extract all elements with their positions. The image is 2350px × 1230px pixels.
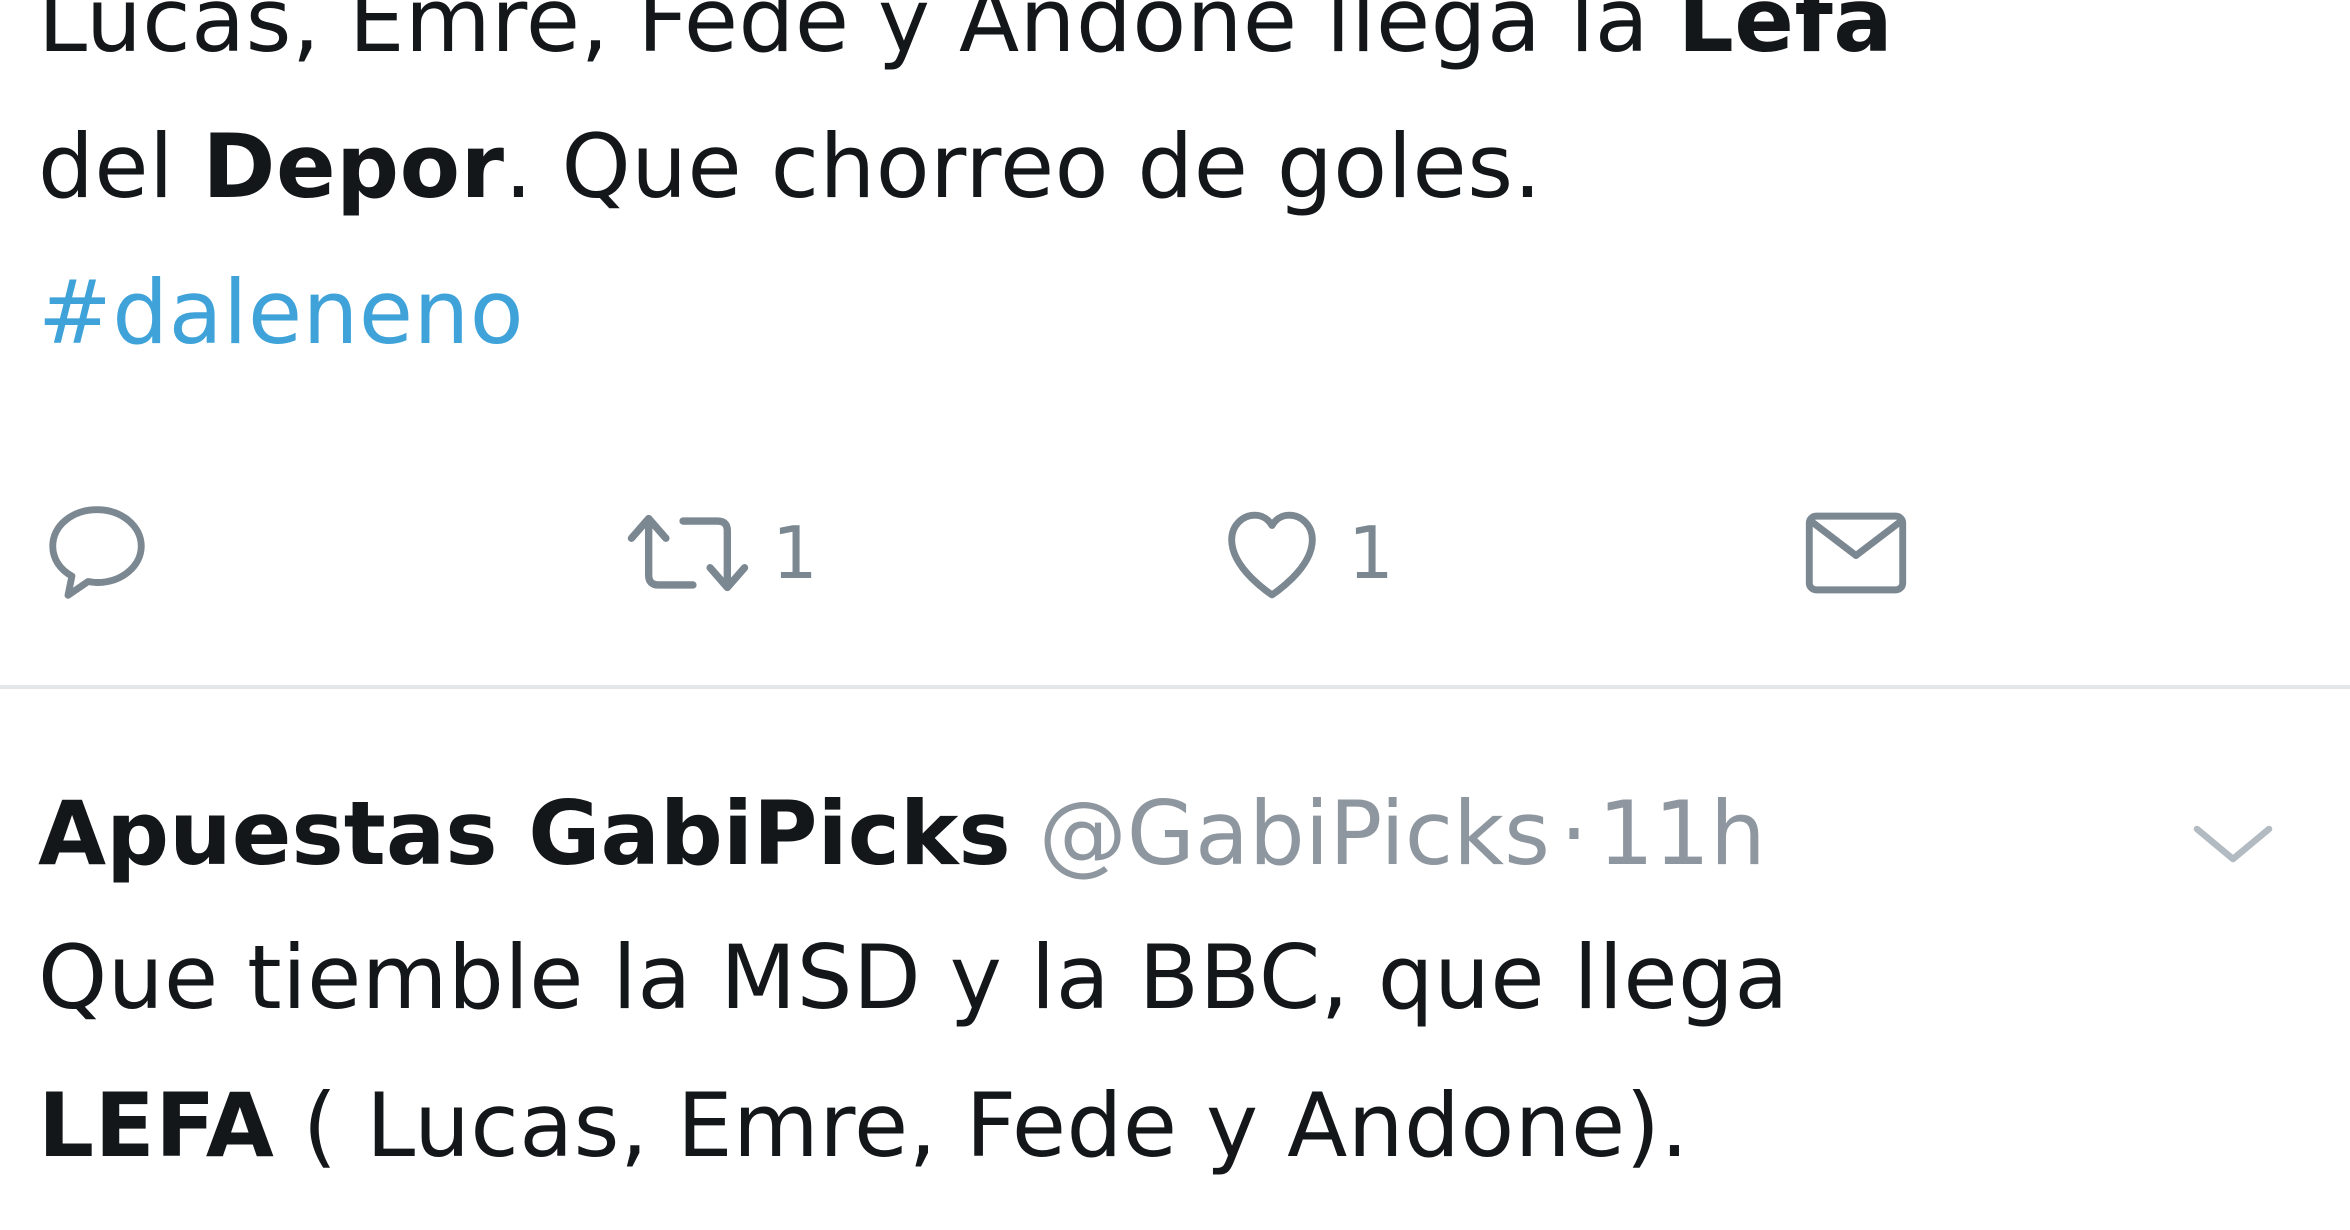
tweet-bold-text: Depor xyxy=(202,115,505,218)
tweet-bold-text: LEFA xyxy=(38,1074,275,1177)
tweet-previous[interactable]: Lucas, Emre, Fede y Andone llega la Lefa… xyxy=(38,0,2298,386)
timeline: Lucas, Emre, Fede y Andone llega la Lefa… xyxy=(0,0,2350,1230)
tweet-bold-text: Lefa xyxy=(1677,0,1894,72)
author-name[interactable]: Apuestas GabiPicks xyxy=(38,764,1011,904)
tweet-text: Lucas, Emre, Fede y Andone llega la xyxy=(38,0,1678,72)
tweet-text-line: #daleneno xyxy=(38,240,2298,386)
tweet-text-line: del Depor. Que chorreo de goles. xyxy=(38,94,2298,240)
tweet-text-line: Que tiemble la MSD y la BBC, que llega xyxy=(38,904,2298,1052)
tweet-text: . Que chorreo de goles. xyxy=(504,115,1543,218)
author-handle[interactable]: @GabiPicks xyxy=(1039,764,1550,904)
retweet-button[interactable]: 1 xyxy=(618,478,818,628)
like-button[interactable]: 1 xyxy=(1210,478,1394,628)
tweet-divider xyxy=(0,685,2350,689)
like-icon xyxy=(1228,511,1316,599)
header-separator: · xyxy=(1559,782,1588,885)
retweet-count: 1 xyxy=(772,511,818,595)
retweet-icon xyxy=(627,514,749,592)
tweet-text: Que tiemble la MSD y la BBC, que llega xyxy=(38,926,1789,1029)
tweet-text: del xyxy=(38,115,203,218)
direct-message-button[interactable] xyxy=(1794,478,1918,628)
tweet-header: Apuestas GabiPicks @GabiPicks · 11h xyxy=(38,764,2298,904)
hashtag-link[interactable]: #daleneno xyxy=(38,261,524,364)
like-count: 1 xyxy=(1348,511,1394,595)
direct-message-icon xyxy=(1805,512,1907,594)
tweet-timestamp[interactable]: 11h xyxy=(1598,764,1766,904)
tweet-actions: 1 1 xyxy=(38,478,2298,628)
tweet-text-line: Lucas, Emre, Fede y Andone llega la Lefa xyxy=(38,0,2298,94)
tweet-text: ( Lucas, Emre, Fede y Andone). xyxy=(274,1074,1689,1177)
tweet-text-line: LEFA ( Lucas, Emre, Fede y Andone). xyxy=(38,1052,2298,1200)
reply-button[interactable] xyxy=(38,478,170,628)
reply-icon xyxy=(49,506,145,599)
chevron-down-icon xyxy=(2193,825,2273,863)
tweet-menu-button[interactable] xyxy=(2168,794,2298,894)
tweet[interactable]: Apuestas GabiPicks @GabiPicks · 11h Que … xyxy=(38,764,2298,1200)
